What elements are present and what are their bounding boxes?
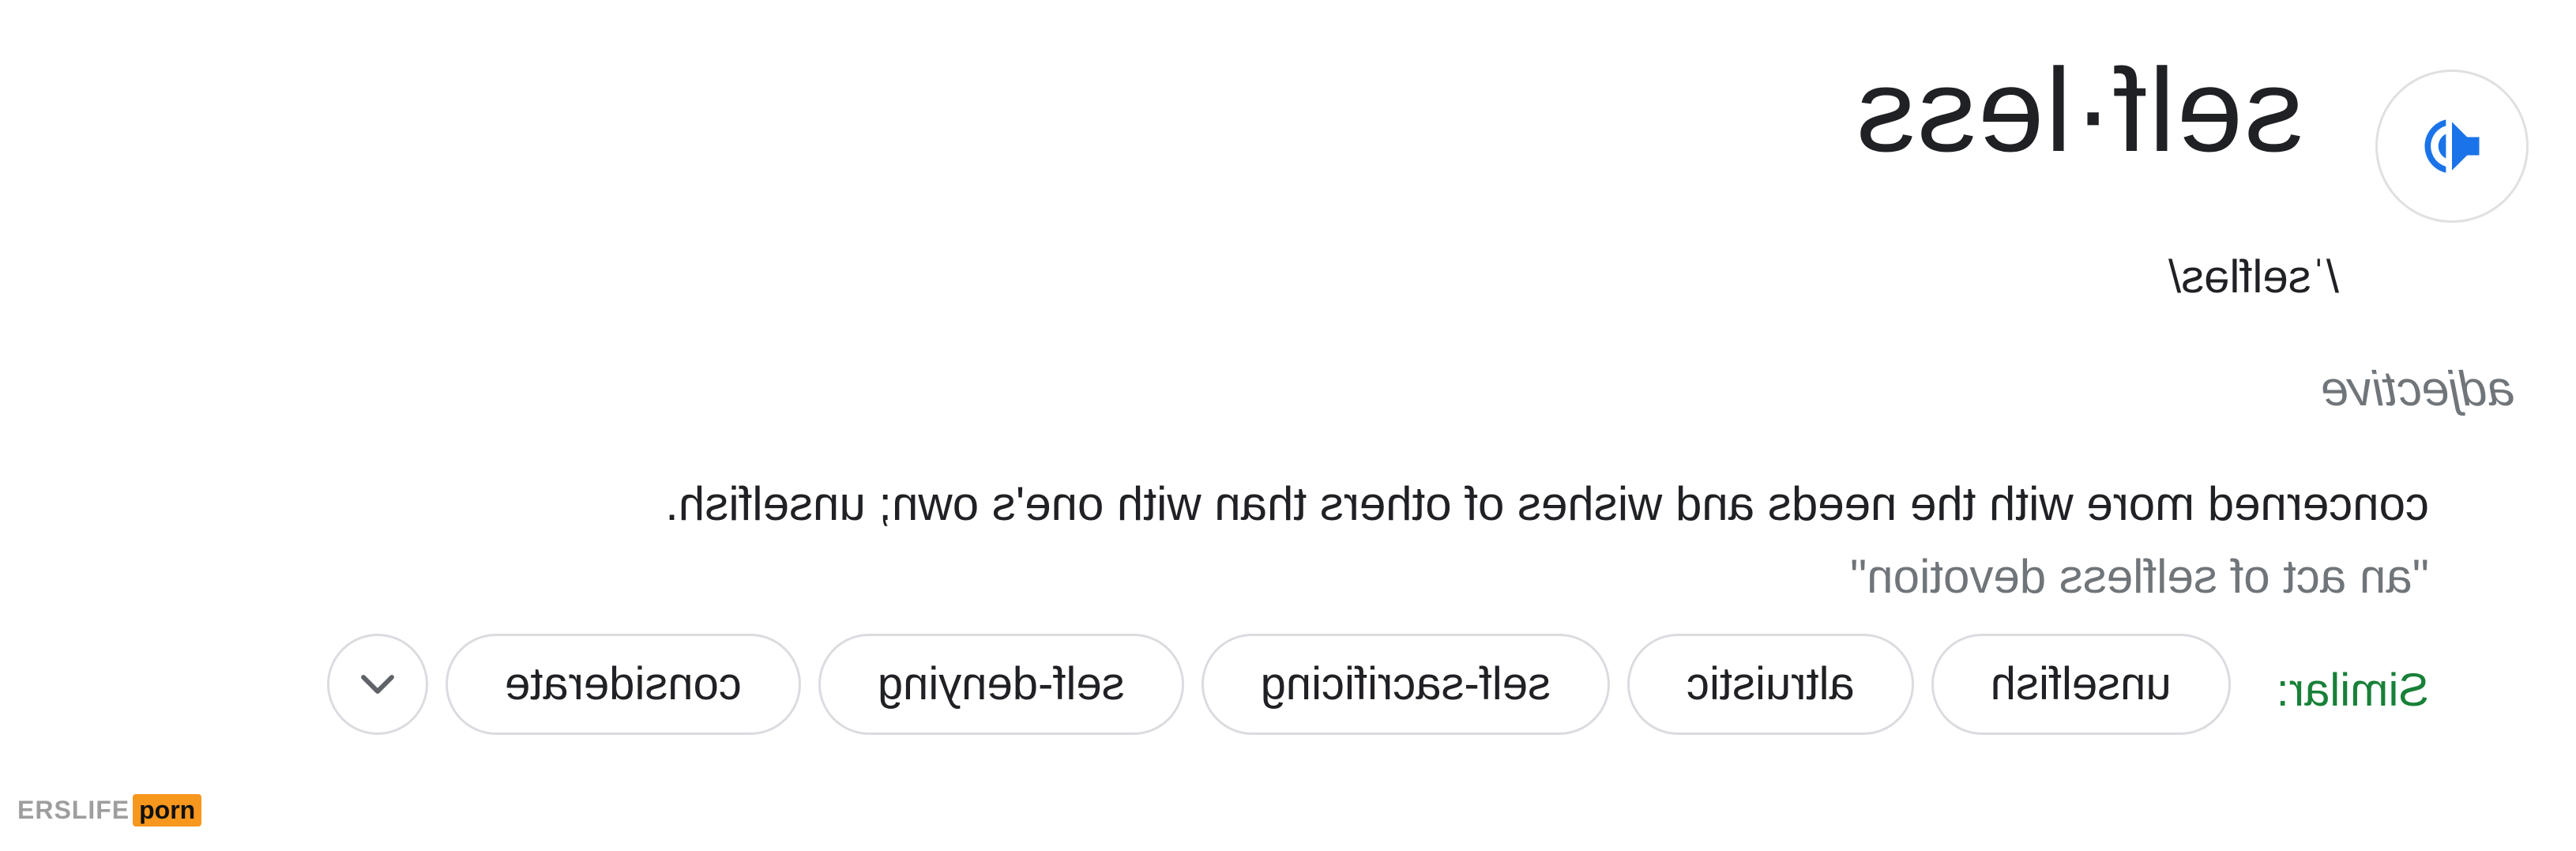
similar-chip-unselfish[interactable]: unselfish <box>1931 634 2231 735</box>
similar-chip-self-sacrificing[interactable]: self-sacrificing <box>1201 634 1611 735</box>
headword: self·less <box>1854 43 2303 176</box>
chevron-down-icon <box>361 675 394 694</box>
similar-words-row: Similar: unselfish altruistic self-sacri… <box>326 632 2429 736</box>
volume-up-icon <box>2424 119 2480 173</box>
pronunciation-button[interactable] <box>2375 70 2529 223</box>
definition-text: concerned more with the needs and wishes… <box>665 477 2429 530</box>
dictionary-card: self·less /ˈselfləs/ adjective concerned… <box>0 0 2576 851</box>
similar-chip-self-denying[interactable]: self-denying <box>818 634 1184 735</box>
example-sentence: "an act of selfless devotion" <box>1849 550 2429 603</box>
watermark-logo: ERSLIFE porn <box>17 793 202 827</box>
watermark-right-text: porn <box>133 793 202 827</box>
similar-chip-considerate[interactable]: considerate <box>445 634 801 735</box>
watermark-left-text: ERSLIFE <box>17 795 130 824</box>
expand-similar-button[interactable] <box>326 634 428 735</box>
similar-label: Similar: <box>2276 664 2429 716</box>
similar-chip-altruistic[interactable]: altruistic <box>1627 634 1914 735</box>
part-of-speech: adjective <box>2321 362 2514 416</box>
phonetic-spelling: /ˈselfləs/ <box>2168 251 2339 303</box>
